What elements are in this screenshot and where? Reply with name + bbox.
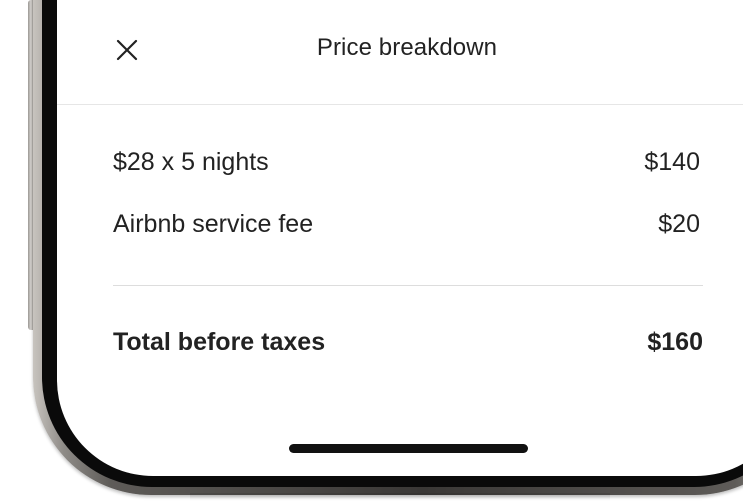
- modal-title: Price breakdown: [316, 34, 498, 61]
- home-indicator[interactable]: [289, 444, 528, 453]
- total-label: Total before taxes: [113, 328, 326, 356]
- total-row: Total before taxes $160: [113, 328, 703, 357]
- total-amount: $160: [647, 328, 703, 356]
- price-line-nights: $28 x 5 nights $140: [113, 148, 700, 177]
- price-line-amount: $20: [658, 210, 700, 238]
- price-line-label: Airbnb service fee: [113, 210, 314, 238]
- price-line-service-fee: Airbnb service fee $20: [113, 210, 700, 239]
- price-line-label: $28 x 5 nights: [113, 148, 269, 176]
- screenshot-stage: Price breakdown $28 x 5 nights $140 Airb…: [0, 0, 743, 501]
- price-line-amount: $140: [644, 148, 700, 176]
- phone-shadow: [190, 493, 610, 501]
- divider: [113, 285, 703, 286]
